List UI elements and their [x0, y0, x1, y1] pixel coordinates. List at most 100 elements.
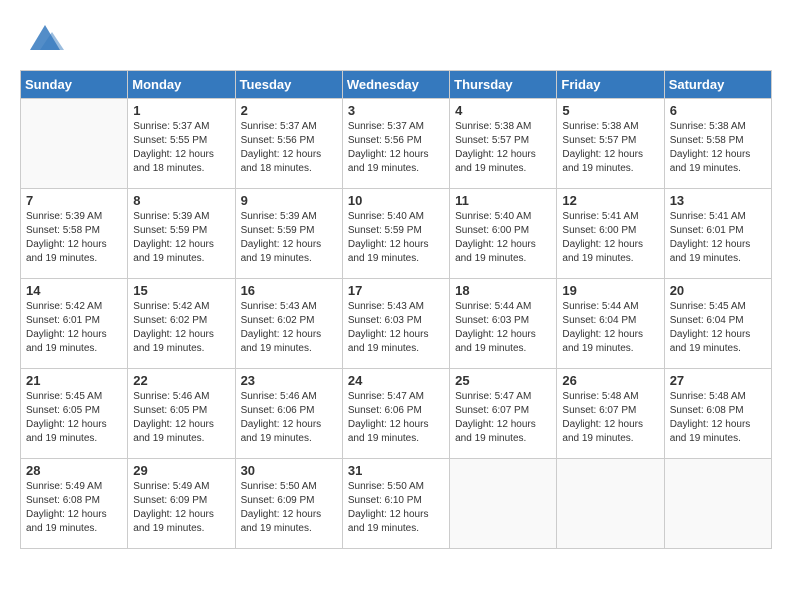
day-info: Sunrise: 5:39 AM Sunset: 5:59 PM Dayligh…	[241, 210, 337, 266]
calendar-day-cell: 20 Sunrise: 5:45 AM Sunset: 6:04 PM Dayli…	[664, 279, 771, 369]
day-info: Sunrise: 5:46 AM Sunset: 6:05 PM Dayligh…	[133, 390, 229, 446]
day-number: 9	[241, 193, 337, 208]
day-number: 1	[133, 103, 229, 118]
calendar-day-cell: 6Sunrise: 5:38 AM Sunset: 5:58 PM Daylig…	[664, 99, 771, 189]
calendar-header-row: SundayMondayTuesdayWednesdayThursdayFrid…	[21, 71, 772, 99]
day-number: 22	[133, 373, 229, 388]
day-number: 27	[670, 373, 766, 388]
day-number: 21	[26, 373, 122, 388]
calendar-day-cell: 29Sunrise: 5:49 AM Sunset: 6:09 PM Dayli…	[128, 459, 235, 549]
day-info: Sunrise: 5:41 AM Sunset: 6:00 PM Dayligh…	[562, 210, 658, 266]
day-info: Sunrise: 5:43 AM Sunset: 6:03 PM Dayligh…	[348, 300, 444, 356]
calendar-day-header: Wednesday	[342, 71, 449, 99]
day-info: Sunrise: 5:37 AM Sunset: 5:56 PM Dayligh…	[348, 120, 444, 176]
calendar-day-cell: 27 Sunrise: 5:48 AM Sunset: 6:08 PM Dayli…	[664, 369, 771, 459]
page-header	[20, 20, 772, 60]
day-number: 5	[562, 103, 658, 118]
day-info: Sunrise: 5:37 AM Sunset: 5:56 PM Dayligh…	[241, 120, 337, 176]
day-number: 3	[348, 103, 444, 118]
calendar-day-header: Tuesday	[235, 71, 342, 99]
calendar-day-cell: 8Sunrise: 5:39 AM Sunset: 5:59 PM Daylig…	[128, 189, 235, 279]
calendar-week-row: 28 Sunrise: 5:49 AM Sunset: 6:08 PM Dayli…	[21, 459, 772, 549]
day-info: Sunrise: 5:39 AM Sunset: 5:58 PM Dayligh…	[26, 210, 122, 266]
day-info: Sunrise: 5:44 AM Sunset: 6:04 PM Dayligh…	[562, 300, 658, 356]
calendar-day-cell: 5 Sunrise: 5:38 AM Sunset: 5:57 PM Daylig…	[557, 99, 664, 189]
calendar-week-row: 7 Sunrise: 5:39 AM Sunset: 5:58 PM Daylig…	[21, 189, 772, 279]
day-number: 11	[455, 193, 551, 208]
calendar-day-cell: 2Sunrise: 5:37 AM Sunset: 5:56 PM Daylig…	[235, 99, 342, 189]
day-info: Sunrise: 5:49 AM Sunset: 6:09 PM Dayligh…	[133, 480, 229, 536]
logo	[20, 20, 74, 60]
calendar-day-header: Thursday	[450, 71, 557, 99]
day-info: Sunrise: 5:41 AM Sunset: 6:01 PM Dayligh…	[670, 210, 766, 266]
day-number: 15	[133, 283, 229, 298]
day-info: Sunrise: 5:39 AM Sunset: 5:59 PM Dayligh…	[133, 210, 229, 266]
calendar-day-cell: 12 Sunrise: 5:41 AM Sunset: 6:00 PM Dayli…	[557, 189, 664, 279]
day-number: 6	[670, 103, 766, 118]
calendar-header: SundayMondayTuesdayWednesdayThursdayFrid…	[21, 71, 772, 99]
calendar-day-cell: 28 Sunrise: 5:49 AM Sunset: 6:08 PM Dayli…	[21, 459, 128, 549]
calendar-day-cell	[664, 459, 771, 549]
day-number: 17	[348, 283, 444, 298]
calendar-day-cell	[21, 99, 128, 189]
day-number: 12	[562, 193, 658, 208]
day-info: Sunrise: 5:38 AM Sunset: 5:57 PM Dayligh…	[455, 120, 551, 176]
calendar-day-cell	[450, 459, 557, 549]
day-info: Sunrise: 5:42 AM Sunset: 6:01 PM Dayligh…	[26, 300, 122, 356]
calendar-day-cell: 24 Sunrise: 5:47 AM Sunset: 6:06 PM Dayli…	[342, 369, 449, 459]
calendar-day-cell: 21 Sunrise: 5:45 AM Sunset: 6:05 PM Dayli…	[21, 369, 128, 459]
day-number: 20	[670, 283, 766, 298]
day-number: 19	[562, 283, 658, 298]
calendar-day-cell: 22 Sunrise: 5:46 AM Sunset: 6:05 PM Dayli…	[128, 369, 235, 459]
day-number: 25	[455, 373, 551, 388]
calendar-day-cell: 4 Sunrise: 5:38 AM Sunset: 5:57 PM Daylig…	[450, 99, 557, 189]
calendar-day-cell: 19 Sunrise: 5:44 AM Sunset: 6:04 PM Dayli…	[557, 279, 664, 369]
calendar-day-cell: 14 Sunrise: 5:42 AM Sunset: 6:01 PM Dayli…	[21, 279, 128, 369]
calendar-day-cell: 30Sunrise: 5:50 AM Sunset: 6:09 PM Dayli…	[235, 459, 342, 549]
day-info: Sunrise: 5:45 AM Sunset: 6:05 PM Dayligh…	[26, 390, 122, 446]
calendar-day-header: Friday	[557, 71, 664, 99]
day-info: Sunrise: 5:48 AM Sunset: 6:08 PM Dayligh…	[670, 390, 766, 446]
calendar-day-cell: 31 Sunrise: 5:50 AM Sunset: 6:10 PM Dayli…	[342, 459, 449, 549]
calendar-day-cell: 18Sunrise: 5:44 AM Sunset: 6:03 PM Dayli…	[450, 279, 557, 369]
day-number: 14	[26, 283, 122, 298]
calendar-table: SundayMondayTuesdayWednesdayThursdayFrid…	[20, 70, 772, 549]
calendar-week-row: 21 Sunrise: 5:45 AM Sunset: 6:05 PM Dayli…	[21, 369, 772, 459]
calendar-day-cell	[557, 459, 664, 549]
logo-icon	[20, 20, 70, 60]
day-info: Sunrise: 5:47 AM Sunset: 6:06 PM Dayligh…	[348, 390, 444, 446]
day-info: Sunrise: 5:40 AM Sunset: 5:59 PM Dayligh…	[348, 210, 444, 266]
day-number: 26	[562, 373, 658, 388]
calendar-day-cell: 3 Sunrise: 5:37 AM Sunset: 5:56 PM Daylig…	[342, 99, 449, 189]
calendar-body: 1Sunrise: 5:37 AM Sunset: 5:55 PM Daylig…	[21, 99, 772, 549]
day-info: Sunrise: 5:45 AM Sunset: 6:04 PM Dayligh…	[670, 300, 766, 356]
day-info: Sunrise: 5:46 AM Sunset: 6:06 PM Dayligh…	[241, 390, 337, 446]
day-number: 24	[348, 373, 444, 388]
day-number: 13	[670, 193, 766, 208]
day-number: 23	[241, 373, 337, 388]
day-number: 10	[348, 193, 444, 208]
calendar-day-cell: 23 Sunrise: 5:46 AM Sunset: 6:06 PM Dayli…	[235, 369, 342, 459]
day-number: 30	[241, 463, 337, 478]
calendar-day-cell: 16 Sunrise: 5:43 AM Sunset: 6:02 PM Dayli…	[235, 279, 342, 369]
calendar-day-header: Sunday	[21, 71, 128, 99]
day-info: Sunrise: 5:40 AM Sunset: 6:00 PM Dayligh…	[455, 210, 551, 266]
calendar-day-header: Monday	[128, 71, 235, 99]
calendar-day-header: Saturday	[664, 71, 771, 99]
day-info: Sunrise: 5:43 AM Sunset: 6:02 PM Dayligh…	[241, 300, 337, 356]
day-number: 31	[348, 463, 444, 478]
day-number: 28	[26, 463, 122, 478]
calendar-day-cell: 13 Sunrise: 5:41 AM Sunset: 6:01 PM Dayli…	[664, 189, 771, 279]
day-number: 4	[455, 103, 551, 118]
calendar-week-row: 14 Sunrise: 5:42 AM Sunset: 6:01 PM Dayli…	[21, 279, 772, 369]
day-info: Sunrise: 5:38 AM Sunset: 5:57 PM Dayligh…	[562, 120, 658, 176]
calendar-week-row: 1Sunrise: 5:37 AM Sunset: 5:55 PM Daylig…	[21, 99, 772, 189]
day-number: 7	[26, 193, 122, 208]
day-info: Sunrise: 5:49 AM Sunset: 6:08 PM Dayligh…	[26, 480, 122, 536]
day-info: Sunrise: 5:50 AM Sunset: 6:10 PM Dayligh…	[348, 480, 444, 536]
day-info: Sunrise: 5:47 AM Sunset: 6:07 PM Dayligh…	[455, 390, 551, 446]
day-info: Sunrise: 5:42 AM Sunset: 6:02 PM Dayligh…	[133, 300, 229, 356]
day-number: 16	[241, 283, 337, 298]
day-info: Sunrise: 5:44 AM Sunset: 6:03 PM Dayligh…	[455, 300, 551, 356]
calendar-day-cell: 10 Sunrise: 5:40 AM Sunset: 5:59 PM Dayli…	[342, 189, 449, 279]
